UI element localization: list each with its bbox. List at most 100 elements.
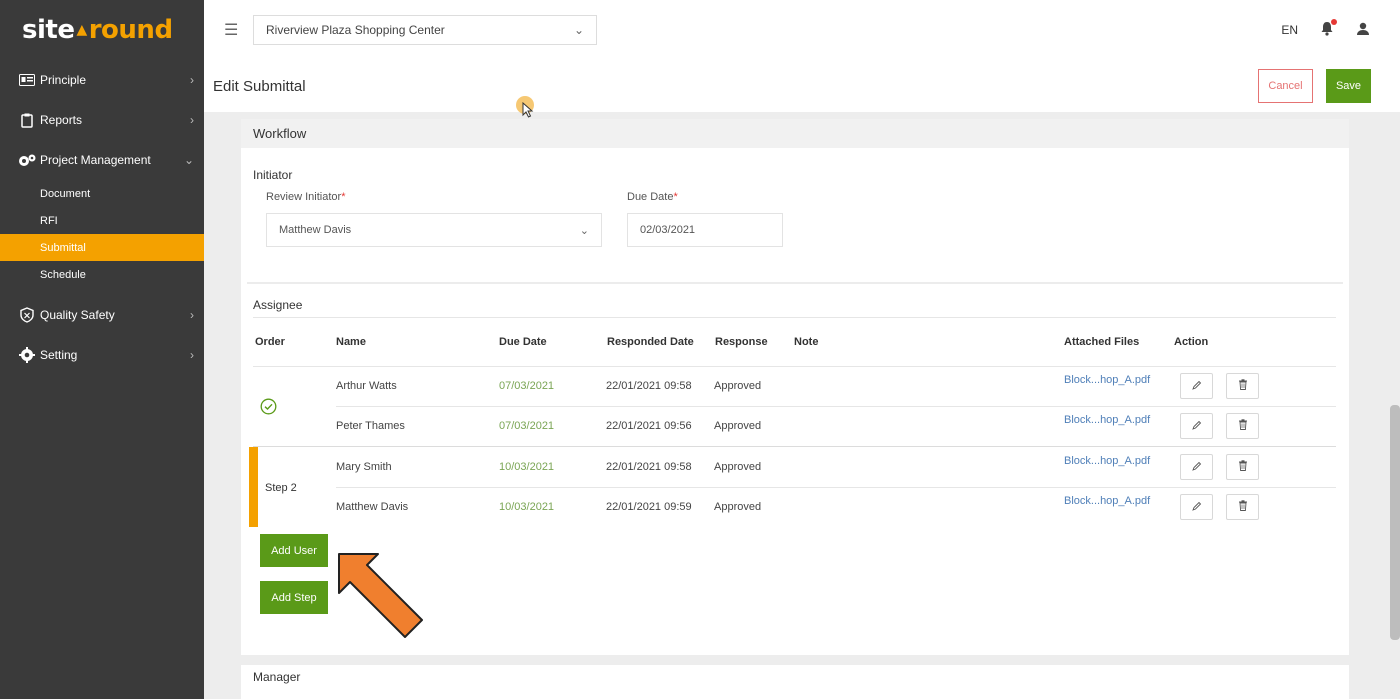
gear-icon (16, 347, 38, 363)
sidebar-subitem-document[interactable]: Document (0, 180, 204, 207)
delete-button[interactable] (1226, 494, 1259, 520)
sidebar-subitem-submittal[interactable]: Submittal (0, 234, 204, 261)
pencil-icon (1191, 379, 1202, 393)
due-date-label: Due Date* (627, 191, 678, 203)
row-responded-date: 22/01/2021 09:56 (606, 420, 692, 432)
workflow-card: Workflow Initiator Review Initiator* Mat… (241, 119, 1349, 699)
language-switch[interactable]: EN (1281, 23, 1298, 37)
chevron-down-icon: ⌄ (183, 153, 194, 167)
row-due-date: 10/03/2021 (499, 501, 555, 513)
manager-label: Manager (253, 670, 301, 684)
row-responded-date: 22/01/2021 09:58 (606, 461, 692, 473)
brand-part2: round (88, 15, 173, 45)
sidebar-item-label: Project Management (40, 153, 151, 167)
assignee-label: Assignee (253, 298, 303, 312)
chevron-down-icon: ⌄ (579, 224, 589, 237)
workflow-header: Workflow (241, 119, 1349, 148)
divider (336, 406, 1336, 407)
col-responded-date: Responded Date (607, 336, 694, 348)
row-response: Approved (714, 420, 762, 432)
brand-triangle-icon: ▲ (76, 22, 87, 38)
row-name: Matthew Davis (336, 501, 409, 513)
col-order: Order (255, 336, 285, 348)
attached-file-link[interactable]: Block...hop_A.pdf (1064, 455, 1150, 467)
col-response: Response (715, 336, 768, 348)
pencil-icon (1191, 460, 1202, 474)
shield-icon (16, 307, 38, 323)
project-select[interactable]: Riverview Plaza Shopping Center ⌄ (253, 15, 597, 45)
trash-icon (1238, 419, 1248, 433)
notification-dot (1331, 19, 1337, 25)
due-date-input[interactable]: 02/03/2021 (627, 213, 783, 247)
add-step-button[interactable]: Add Step (260, 581, 328, 614)
attached-file-link[interactable]: Block...hop_A.pdf (1064, 495, 1150, 507)
pencil-icon (1191, 419, 1202, 433)
clipboard-icon (16, 113, 38, 128)
edit-button[interactable] (1180, 373, 1213, 399)
row-name: Arthur Watts (336, 380, 397, 392)
col-name: Name (336, 336, 366, 348)
step-2-label: Step 2 (265, 482, 297, 494)
sidebar-item-principle[interactable]: Principle › (0, 60, 204, 100)
scrollbar[interactable] (1390, 405, 1400, 640)
bell-icon[interactable] (1320, 19, 1337, 39)
section-divider (241, 655, 1349, 665)
attached-file-link[interactable]: Block...hop_A.pdf (1064, 374, 1150, 386)
chevron-right-icon: › (190, 308, 194, 322)
chevron-right-icon: › (190, 113, 194, 127)
step-complete-check-icon (260, 398, 277, 418)
row-responded-date: 22/01/2021 09:58 (606, 380, 692, 392)
attached-file-link[interactable]: Block...hop_A.pdf (1064, 414, 1150, 426)
step-2-indicator (249, 447, 258, 527)
page-title: Edit Submittal (213, 77, 306, 95)
row-name: Mary Smith (336, 461, 392, 473)
add-user-button[interactable]: Add User (260, 534, 328, 567)
delete-button[interactable] (1226, 413, 1259, 439)
review-initiator-label: Review Initiator* (266, 191, 346, 203)
sidebar-item-quality-safety[interactable]: Quality Safety › (0, 295, 204, 335)
sidebar-subitem-schedule[interactable]: Schedule (0, 261, 204, 288)
trash-icon (1238, 379, 1248, 393)
sidebar: site ▲ round Principle › Reports › Proje… (0, 0, 204, 699)
divider (253, 317, 1336, 318)
row-name: Peter Thames (336, 420, 405, 432)
project-select-value: Riverview Plaza Shopping Center (266, 23, 445, 37)
gears-icon (16, 153, 38, 168)
due-date-value: 02/03/2021 (640, 224, 696, 236)
hamburger-menu-icon[interactable]: ☰ (224, 20, 244, 40)
chevron-right-icon: › (190, 348, 194, 362)
col-due-date: Due Date (499, 336, 547, 348)
pencil-icon (1191, 500, 1202, 514)
col-attached-files: Attached Files (1064, 336, 1140, 348)
row-due-date: 10/03/2021 (499, 461, 555, 473)
sidebar-item-setting[interactable]: Setting › (0, 335, 204, 375)
save-button[interactable]: Save (1326, 69, 1371, 103)
sidebar-subitem-rfi[interactable]: RFI (0, 207, 204, 234)
review-initiator-value: Matthew Davis (279, 224, 352, 236)
row-response: Approved (714, 461, 762, 473)
sidebar-item-project-management[interactable]: Project Management ⌄ (0, 140, 204, 180)
user-icon[interactable] (1356, 22, 1370, 39)
brand-logo[interactable]: site ▲ round (0, 0, 204, 60)
row-response: Approved (714, 501, 762, 513)
main-area: ☰ Riverview Plaza Shopping Center ⌄ EN E… (204, 0, 1400, 699)
title-bar: Edit Submittal Cancel Save (204, 60, 1400, 112)
id-card-icon (16, 74, 38, 86)
divider (336, 487, 1336, 488)
sidebar-item-reports[interactable]: Reports › (0, 100, 204, 140)
review-initiator-select[interactable]: Matthew Davis ⌄ (266, 213, 602, 247)
sidebar-item-label: Reports (40, 113, 83, 127)
annotation-arrow (338, 553, 423, 638)
delete-button[interactable] (1226, 454, 1259, 480)
row-responded-date: 22/01/2021 09:59 (606, 501, 692, 513)
divider (247, 282, 1343, 284)
row-due-date: 07/03/2021 (499, 380, 555, 392)
edit-button[interactable] (1180, 454, 1213, 480)
cancel-button[interactable]: Cancel (1258, 69, 1313, 103)
delete-button[interactable] (1226, 373, 1259, 399)
edit-button[interactable] (1180, 494, 1213, 520)
trash-icon (1238, 460, 1248, 474)
top-bar: ☰ Riverview Plaza Shopping Center ⌄ EN (204, 0, 1400, 60)
edit-button[interactable] (1180, 413, 1213, 439)
divider (253, 366, 1336, 367)
